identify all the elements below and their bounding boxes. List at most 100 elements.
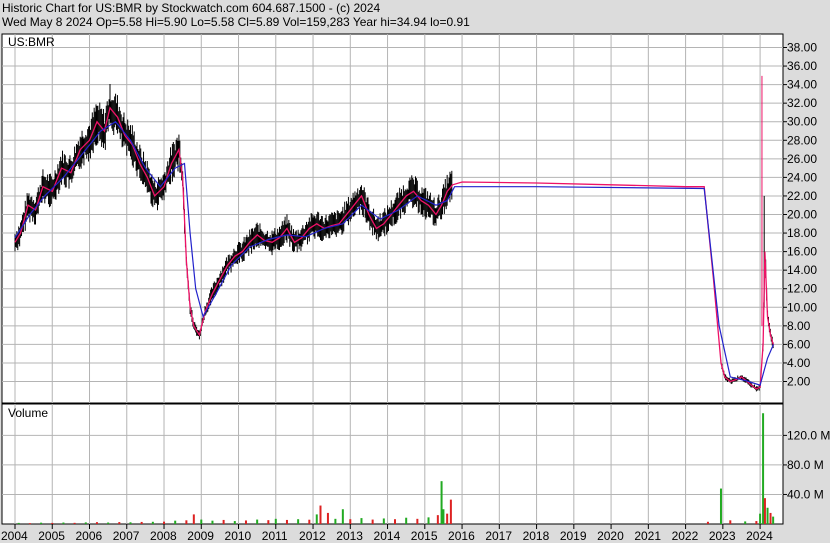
year-tick-label: 2008 <box>150 529 177 543</box>
year-tick-label: 2021 <box>634 529 661 543</box>
volume-tick-label: 40.0 M <box>787 487 824 501</box>
price-tick-label: 4.00 <box>787 356 811 370</box>
volume-bar <box>297 519 300 524</box>
price-tick-label: 28.00 <box>787 133 817 147</box>
volume-bar <box>759 513 762 524</box>
price-tick-label: 16.00 <box>787 245 817 259</box>
volume-bar <box>200 519 203 524</box>
price-tick-label: 18.00 <box>787 226 817 240</box>
volume-bar <box>436 515 439 524</box>
volume-bar <box>151 521 154 524</box>
price-tick-label: 30.00 <box>787 115 817 129</box>
volume-bar <box>233 521 236 524</box>
year-tick-label: 2005 <box>38 529 65 543</box>
price-tick-label: 6.00 <box>787 337 811 351</box>
volume-bar <box>62 522 65 524</box>
volume-bar <box>129 522 132 524</box>
year-tick-label: 2020 <box>597 529 624 543</box>
price-tick-label: 10.00 <box>787 300 817 314</box>
year-tick-label: 2007 <box>113 529 140 543</box>
volume-bar <box>118 522 121 524</box>
volume-bar <box>416 518 419 524</box>
volume-bar <box>140 521 143 524</box>
volume-bar <box>371 519 374 524</box>
volume-bar <box>73 522 76 524</box>
volume-bar <box>394 519 396 524</box>
volume-bar <box>274 518 277 524</box>
volume-bar <box>706 521 709 524</box>
symbol-label: US:BMR <box>8 35 55 49</box>
year-tick-label: 2014 <box>374 529 401 543</box>
time-axis: 2004 2005 2006 2007 2008 2009 2010 2011 2012 2013… <box>1 524 773 543</box>
volume-bar <box>256 519 259 524</box>
price-tick-label: 24.00 <box>787 170 817 184</box>
volume-bar <box>449 499 452 524</box>
volume-tick-label: 120.0 M <box>787 428 830 442</box>
volume-panel <box>1 403 784 525</box>
year-tick-label: 2012 <box>299 529 326 543</box>
volume-bar <box>319 505 322 524</box>
volume-bar <box>382 518 385 524</box>
volume-bar <box>211 520 214 524</box>
volume-bar <box>17 522 20 524</box>
year-tick-label: 2018 <box>523 529 550 543</box>
price-axis: 2.00 4.00 6.00 8.00 10.00 12.00 14.00 16.00 18.0… <box>783 41 817 389</box>
volume-bar <box>405 517 408 524</box>
volume-label: Volume <box>8 406 48 420</box>
volume-bar <box>222 519 225 524</box>
volume-bar <box>769 512 772 524</box>
volume-bar <box>308 519 311 524</box>
volume-bar <box>40 522 43 524</box>
price-tick-label: 38.00 <box>787 41 817 55</box>
volume-bar <box>755 521 758 524</box>
volume-bar <box>174 520 177 524</box>
price-tick-label: 8.00 <box>787 319 811 333</box>
volume-bar <box>427 517 430 524</box>
volume-bar <box>315 514 318 524</box>
volume-bar <box>84 522 87 524</box>
volume-bar <box>762 413 765 524</box>
year-tick-label: 2009 <box>187 529 214 543</box>
year-tick-label: 2022 <box>672 529 699 543</box>
year-tick-label: 2006 <box>76 529 103 543</box>
price-tick-label: 34.00 <box>787 78 817 92</box>
volume-bar <box>51 522 54 524</box>
price-tick-label: 2.00 <box>787 375 811 389</box>
volume-bar <box>766 507 769 524</box>
volume-bar <box>744 521 747 524</box>
price-tick-label: 32.00 <box>787 96 817 110</box>
volume-bar <box>719 488 722 524</box>
year-tick-label: 2013 <box>336 529 363 543</box>
volume-bar <box>244 520 247 524</box>
price-tick-label: 20.00 <box>787 208 817 222</box>
volume-tick-label: 80.0 M <box>787 458 824 472</box>
year-tick-label: 2010 <box>225 529 252 543</box>
volume-bar <box>446 513 449 524</box>
volume-bar <box>763 498 766 524</box>
year-tick-label: 2024 <box>746 529 773 543</box>
year-tick-label: 2015 <box>411 529 438 543</box>
year-tick-label: 2019 <box>560 529 587 543</box>
volume-bar <box>326 512 329 524</box>
volume-bar <box>349 519 352 524</box>
volume-bar <box>107 522 110 524</box>
price-tick-label: 22.00 <box>787 189 817 203</box>
volume-bar <box>341 509 344 524</box>
year-tick-label: 2023 <box>709 529 736 543</box>
volume-bar <box>163 521 166 524</box>
volume-bar <box>192 514 195 524</box>
price-tick-label: 14.00 <box>787 263 817 277</box>
volume-bar <box>95 522 98 524</box>
volume-bar <box>267 520 270 524</box>
year-tick-label: 2004 <box>1 529 28 543</box>
volume-axis: 40.0 M 80.0 M 120.0 M <box>783 428 830 501</box>
volume-bar <box>334 518 337 524</box>
year-tick-label: 2011 <box>262 529 288 543</box>
volume-bar <box>360 518 363 524</box>
year-tick-label: 2016 <box>448 529 475 543</box>
volume-bar <box>28 523 31 525</box>
price-tick-label: 26.00 <box>787 152 817 166</box>
chart-root: Historic Chart for US:BMR by Stockwatch.… <box>0 0 830 543</box>
historic-chart: 2.00 4.00 6.00 8.00 10.00 12.00 14.00 16.00 18.0… <box>1 33 830 543</box>
volume-bar <box>772 516 775 524</box>
